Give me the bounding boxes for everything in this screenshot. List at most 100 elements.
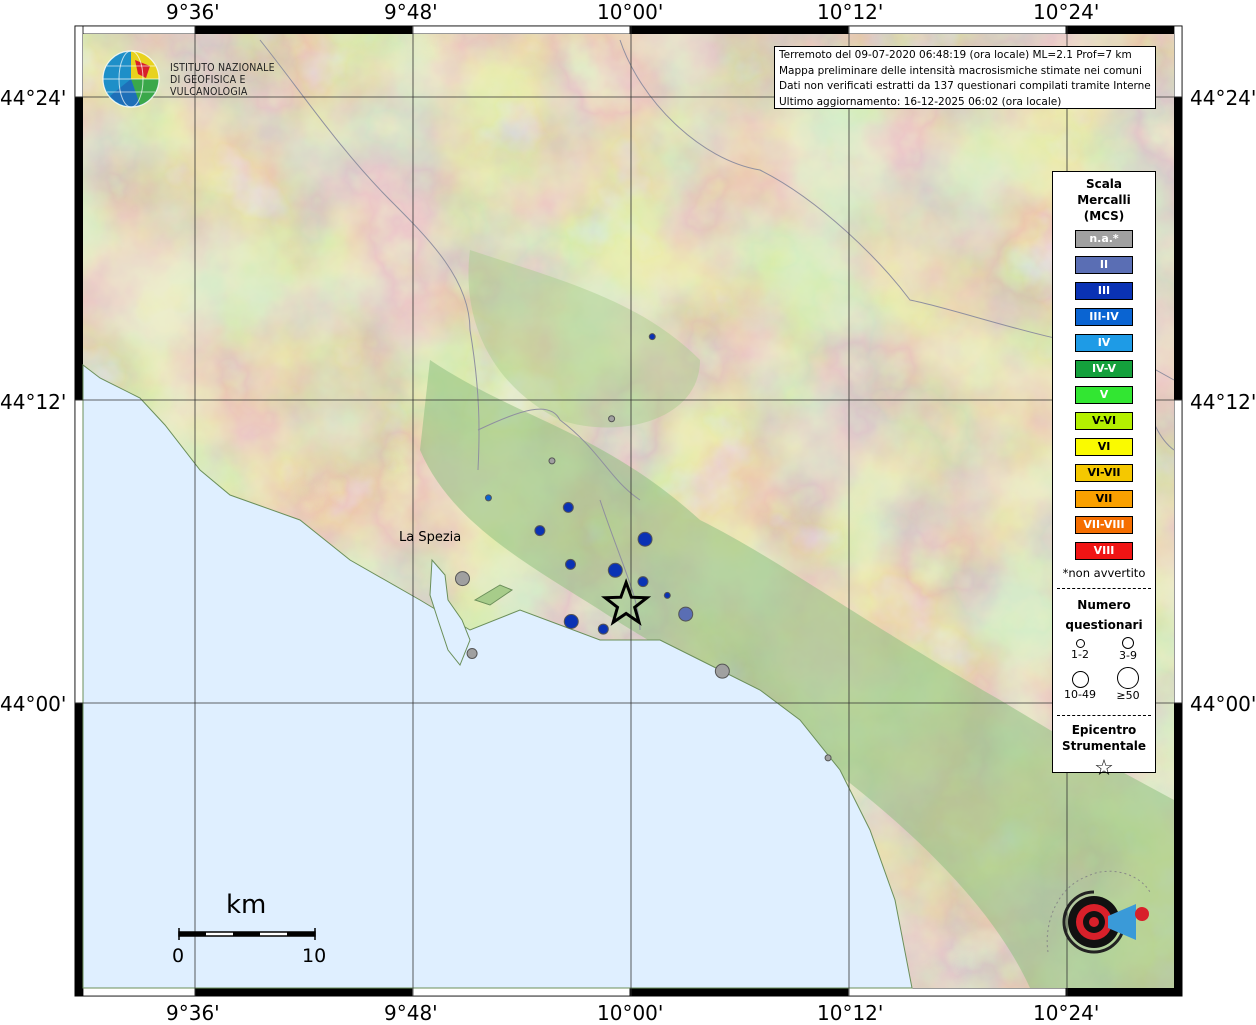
legend-title-line: Scala	[1085, 177, 1123, 191]
frame-bar	[411, 987, 631, 997]
lat-label: 44°12'	[0, 390, 67, 414]
lat-label: 44°00'	[1190, 692, 1256, 716]
intensity-point	[608, 415, 616, 423]
frame-bar	[847, 987, 1067, 997]
lon-label: 10°12'	[817, 0, 884, 24]
frame-bar	[74, 25, 196, 35]
intensity-point	[637, 576, 649, 588]
frame-bar	[1173, 399, 1183, 704]
count-class-item: 3-9	[1103, 637, 1153, 662]
mcs-legend-item: IV	[1075, 334, 1133, 352]
lon-label: 9°36'	[166, 0, 220, 24]
count-class-label: ≥50	[1116, 689, 1140, 702]
legend-title: Scala Mercalli (MCS)	[1053, 176, 1155, 224]
frame-bar	[1173, 96, 1183, 401]
scale-bar-start: 0	[172, 945, 185, 967]
intensity-point	[548, 457, 556, 465]
lon-label: 10°24'	[1033, 1001, 1100, 1025]
ingv-name-line2: DI GEOFISICA E VULCANOLOGIA	[170, 74, 248, 98]
ingv-name-line1: ISTITUTO NAZIONALE	[170, 62, 275, 74]
count-class-item: 1-2	[1055, 639, 1105, 661]
epicenter-title-line: Epicentro	[1071, 723, 1137, 737]
event-info-line: Dati non verificati estratti da 137 ques…	[779, 80, 1151, 92]
lon-label: 10°12'	[817, 1001, 884, 1025]
scale-bar-end: 10	[302, 945, 327, 967]
scale-bar-unit: km	[226, 890, 267, 920]
place-label-la-spezia: La Spezia	[399, 530, 462, 545]
frame-bar	[1173, 702, 1183, 997]
event-info-line: Terremoto del 09-07-2020 06:48:19 (ora l…	[779, 49, 1132, 61]
lon-label: 9°36'	[166, 1001, 220, 1025]
mcs-legend-item: VIII	[1075, 542, 1133, 560]
lon-label: 9°48'	[384, 0, 438, 24]
intensity-point	[454, 571, 470, 587]
count-circle-10-49	[1071, 671, 1089, 688]
lat-label: 44°24'	[0, 86, 67, 110]
lat-label: 44°00'	[0, 692, 67, 716]
mcs-legend-item: VI-VII	[1075, 464, 1133, 482]
lon-label: 10°24'	[1033, 0, 1100, 24]
count-class-label: 3-9	[1119, 649, 1137, 662]
count-circle-50plus	[1117, 667, 1139, 689]
mcs-legend-item: VII	[1075, 490, 1133, 508]
intensity-point	[678, 606, 694, 622]
intensity-point	[607, 562, 623, 578]
mcs-legend-item: II	[1075, 256, 1133, 274]
ingv-logo: ISTITUTO NAZIONALE DI GEOFISICA E VULCAN…	[100, 48, 320, 110]
lon-label: 10°00'	[597, 1001, 664, 1025]
count-class-label: 1-2	[1071, 648, 1089, 661]
mcs-legend-item: IV-V	[1075, 360, 1133, 378]
legend-title-line: Mercalli	[1077, 193, 1131, 207]
event-info-line: Mappa preliminare delle intensità macros…	[779, 64, 1142, 77]
intensity-point	[637, 531, 653, 547]
event-info-box: Terremoto del 09-07-2020 06:48:19 (ora l…	[774, 46, 1156, 109]
count-size-grid: 1-2 3-9 10-49 ≥50	[1053, 635, 1155, 707]
mcs-legend-item: III-IV	[1075, 308, 1133, 326]
mcs-legend-item: VI	[1075, 438, 1133, 456]
count-class-label: 10-49	[1064, 688, 1096, 701]
mcs-legend-item: n.a.*	[1075, 230, 1133, 248]
count-title-line: Numero	[1077, 598, 1131, 612]
intensity-point	[534, 525, 546, 537]
intensity-point	[597, 623, 609, 635]
lon-label: 9°48'	[384, 1001, 438, 1025]
intensity-point	[824, 754, 832, 762]
lat-label: 44°12'	[1190, 390, 1256, 414]
frame-bar	[74, 399, 84, 704]
count-title-line: questionari	[1065, 618, 1143, 632]
frame-bar	[74, 987, 196, 997]
mcs-legend-item: V-VI	[1075, 412, 1133, 430]
intensity-point	[563, 613, 579, 629]
legend: Scala Mercalli (MCS) n.a.* II III III-IV IV I…	[1052, 171, 1156, 781]
frame-bar	[74, 96, 84, 401]
count-class-item: 10-49	[1055, 671, 1105, 701]
mcs-legend-item: III	[1075, 282, 1133, 300]
intensity-point	[714, 663, 730, 679]
intensity-point	[565, 558, 577, 570]
frame-bar	[411, 25, 631, 35]
mcs-legend-item: V	[1075, 386, 1133, 404]
epicenter-title: Epicentro Strumentale	[1053, 722, 1155, 754]
mcs-legend-item: VII-VIII	[1075, 516, 1133, 534]
legend-note: *non avvertito	[1062, 566, 1146, 580]
epicenter-star-icon: ☆	[1094, 756, 1114, 781]
haisentito-logo	[1038, 858, 1162, 976]
lat-label: 44°24'	[1190, 86, 1256, 110]
intensity-point	[562, 501, 574, 513]
frame-bar	[74, 25, 84, 98]
frame-bar	[74, 702, 84, 997]
mcs-scale-list: n.a.* II III III-IV IV IV-V V V-VI VI VI-VII VII VI…	[1053, 230, 1155, 560]
frame-bar	[1065, 987, 1183, 997]
count-circle-1-2	[1075, 639, 1085, 648]
intensity-point	[466, 647, 478, 659]
legend-title-line: (MCS)	[1083, 209, 1125, 223]
frame-bar	[1065, 25, 1183, 35]
legend-divider	[1057, 588, 1151, 589]
legend-divider	[1057, 715, 1151, 716]
ingv-name: ISTITUTO NAZIONALE DI GEOFISICA E VULCAN…	[170, 62, 320, 98]
frame-bar	[847, 25, 1067, 35]
count-class-item: ≥50	[1103, 667, 1153, 702]
frame-bar	[629, 25, 849, 35]
intensity-point	[648, 333, 656, 341]
haisentito-logo-mark	[1046, 870, 1151, 954]
